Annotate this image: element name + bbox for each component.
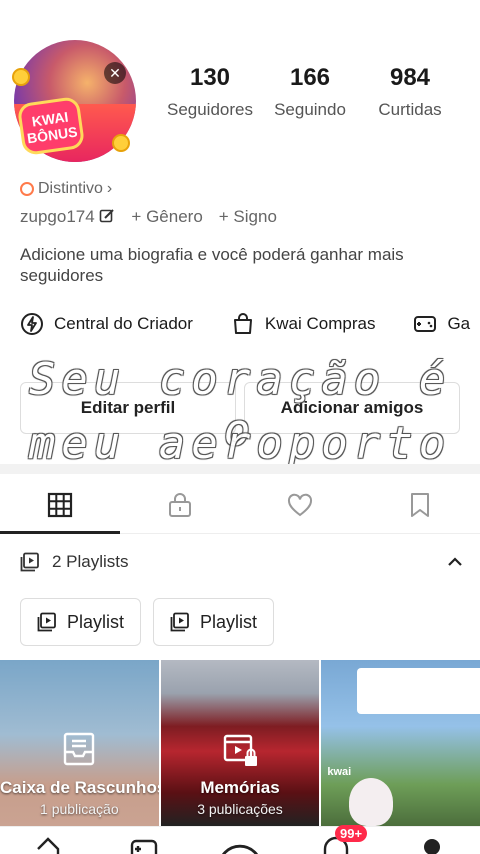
- nav-games[interactable]: [129, 835, 159, 854]
- badge-icon: [20, 182, 34, 196]
- creator-center-label: Central do Criador: [54, 314, 193, 333]
- games-link[interactable]: Ga: [413, 312, 470, 336]
- overlay-caption-line2: meu aeroporto: [28, 418, 452, 469]
- playlists-count-label: 2 Playlists: [52, 552, 129, 571]
- profile-page: KWAI BÔNUS ✕ 130 Seguidores 166 Seguindo…: [0, 0, 480, 854]
- video-grid: Caixa de Rascunhos 1 publicação Memórias…: [0, 660, 480, 826]
- playlists-header[interactable]: 2 Playlists: [20, 552, 464, 572]
- username: zupgo174: [20, 207, 95, 226]
- add-sign-button[interactable]: + Signo: [219, 207, 277, 227]
- tab-saved[interactable]: [360, 476, 480, 533]
- drafts-count: 1 publicação: [40, 801, 119, 817]
- nav-create[interactable]: [221, 835, 259, 854]
- kwai-shopping-label: Kwai Compras: [264, 314, 376, 333]
- playlist-icon: [20, 552, 39, 572]
- distintivo-label: Distintivo: [38, 180, 103, 197]
- notification-badge: 99+: [335, 825, 368, 842]
- bookmark-icon: [411, 492, 429, 517]
- stat-likes[interactable]: 984 Curtidas: [360, 64, 460, 120]
- following-count: 166: [289, 64, 331, 91]
- gamepad-icon: [414, 316, 437, 332]
- gamepad-icon: [130, 839, 158, 854]
- playlist-chip[interactable]: Playlist: [20, 598, 142, 646]
- creator-center-icon: [21, 313, 43, 335]
- tab-liked[interactable]: [240, 476, 360, 533]
- tab-grid[interactable]: [0, 476, 120, 534]
- grid-icon: [47, 492, 73, 517]
- add-gender-button[interactable]: + Gênero: [131, 207, 202, 227]
- nav-home[interactable]: [33, 835, 63, 854]
- distintivo-link[interactable]: Distintivo ›: [20, 180, 112, 198]
- following-label: Seguindo: [274, 100, 346, 119]
- quick-links: Central do Criador Kwai Compras Ga: [20, 312, 470, 336]
- inbox-icon: [64, 732, 95, 766]
- avatar[interactable]: KWAI BÔNUS ✕: [12, 38, 140, 166]
- memories-title: Memórias: [200, 778, 280, 797]
- username-group[interactable]: zupgo174: [20, 207, 115, 227]
- chevron-up-icon[interactable]: [446, 553, 464, 571]
- video-lock-icon: [223, 734, 257, 766]
- playlist-icon: [37, 612, 56, 632]
- close-icon[interactable]: ✕: [104, 62, 126, 84]
- memories-tile[interactable]: Memórias 3 publicações: [160, 660, 320, 826]
- home-icon: [37, 837, 60, 854]
- kwai-shopping-link[interactable]: Kwai Compras: [231, 312, 376, 336]
- bunny-figure: [349, 778, 394, 826]
- bottom-navigation: 99+: [0, 825, 480, 854]
- edit-icon: [100, 209, 115, 223]
- nav-profile[interactable]: [417, 835, 447, 854]
- playlist-chip[interactable]: Playlist: [153, 598, 275, 646]
- drafts-tile[interactable]: Caixa de Rascunhos 1 publicação: [0, 660, 159, 826]
- likes-label: Curtidas: [378, 100, 442, 119]
- bio-prompt[interactable]: Adicione uma biografia e você poderá gan…: [20, 244, 460, 286]
- section-divider: [0, 464, 480, 474]
- drafts-title: Caixa de Rascunhos: [0, 778, 159, 797]
- playlist-chip-label: Playlist: [67, 611, 125, 632]
- playlist-chips: Playlist Playlist: [20, 598, 275, 646]
- shopping-bag-icon: [233, 313, 252, 334]
- kwai-bonus-badge: KWAI BÔNUS: [16, 95, 86, 157]
- nav-messages[interactable]: 99+: [321, 825, 368, 854]
- followers-count: 130: [189, 64, 231, 91]
- lock-icon: [169, 492, 191, 517]
- stat-followers[interactable]: 130 Seguidores: [160, 64, 260, 120]
- video-thumbnail[interactable]: kwai: [321, 660, 480, 826]
- creator-center-link[interactable]: Central do Criador: [20, 312, 193, 336]
- likes-count: 984: [389, 64, 431, 91]
- create-icon: [221, 844, 259, 854]
- chevron-right-icon: ›: [106, 180, 113, 197]
- content-tabs: [0, 476, 480, 534]
- stat-following[interactable]: 166 Seguindo: [260, 64, 360, 120]
- heart-icon: [287, 493, 313, 516]
- playlist-icon: [170, 612, 189, 632]
- followers-label: Seguidores: [166, 100, 253, 119]
- playlist-chip-label: Playlist: [200, 611, 258, 632]
- coin-icon: [112, 134, 130, 152]
- user-info-line: zupgo174 + Gênero + Signo: [20, 207, 277, 227]
- coin-icon: [12, 68, 30, 86]
- kwai-watermark: kwai: [327, 766, 352, 778]
- tab-private[interactable]: [120, 476, 240, 533]
- games-label: Ga: [447, 314, 471, 333]
- thumbnail-text-overlay: [357, 668, 480, 714]
- memories-count: 3 publicações: [197, 801, 283, 817]
- profile-icon: [424, 839, 440, 854]
